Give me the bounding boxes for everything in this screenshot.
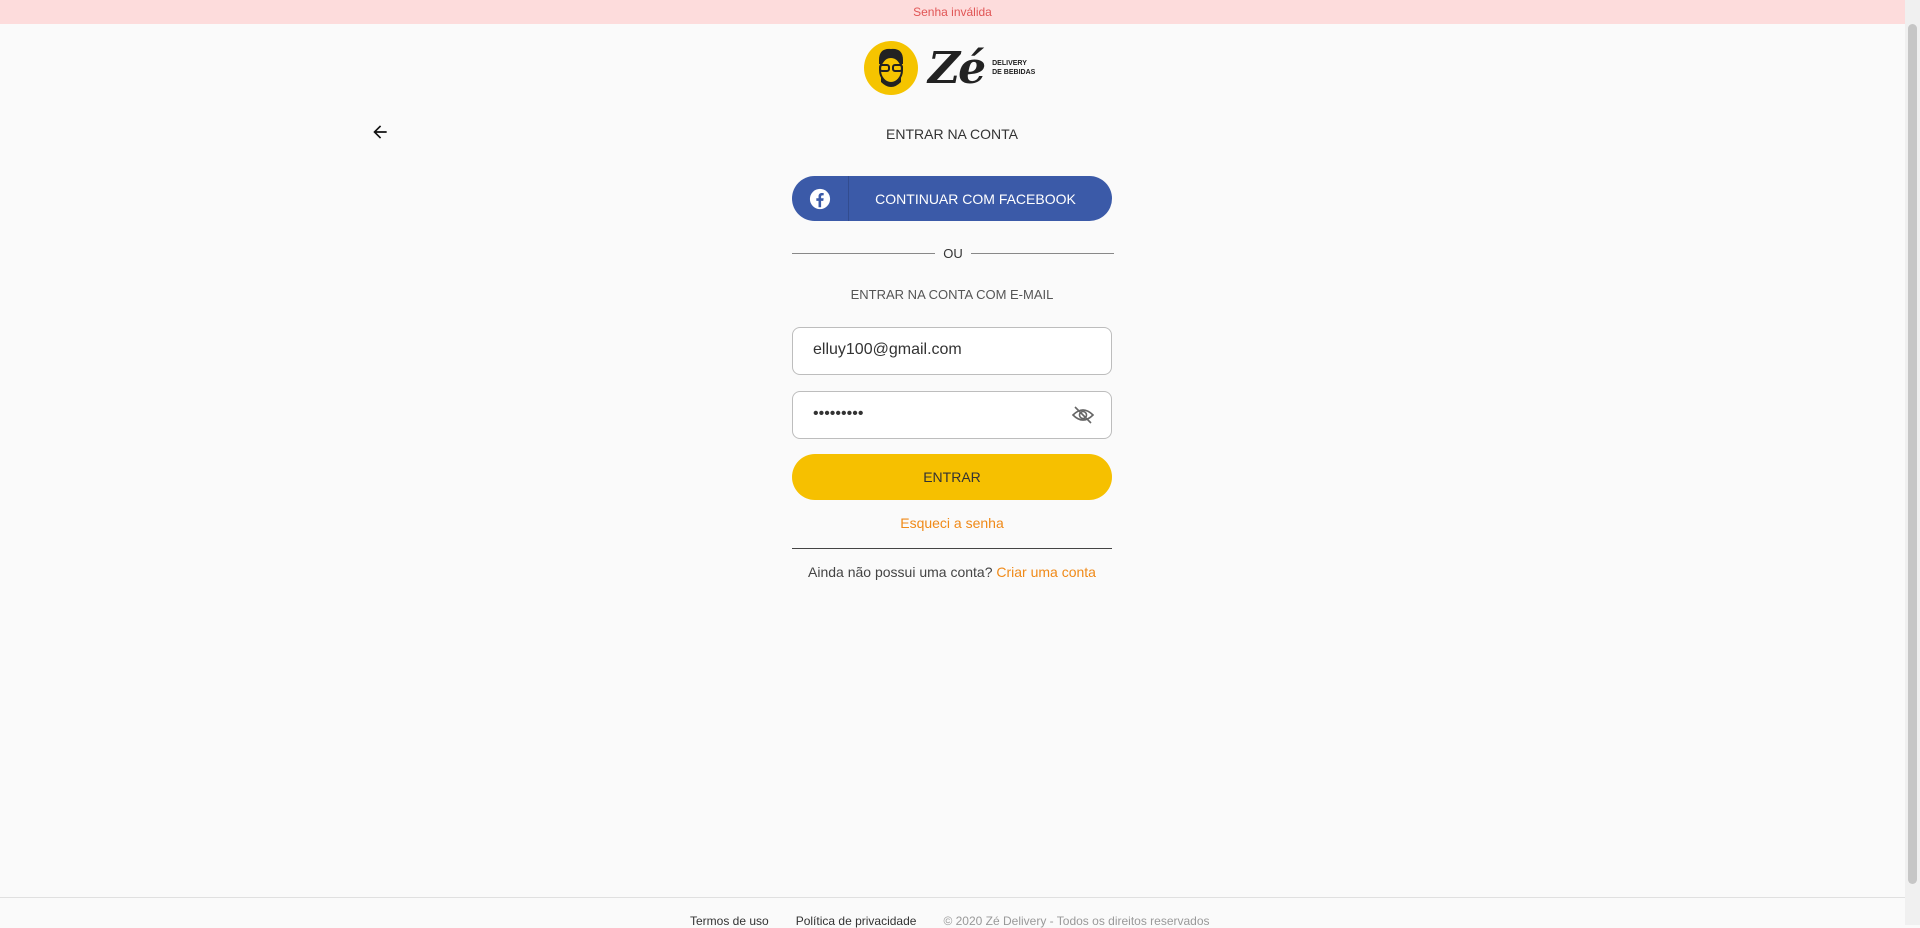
signup-row: Ainda não possui uma conta? Criar uma co… [792, 564, 1112, 580]
footer: Termos de uso Política de privacidade © … [0, 897, 1905, 928]
facebook-login-button[interactable]: CONTINUAR COM FACEBOOK [792, 176, 1112, 221]
copyright-text: © 2020 Zé Delivery - Todos os direitos r… [943, 914, 1210, 928]
facebook-icon [809, 188, 831, 209]
or-text: OU [943, 245, 963, 261]
logo-subtitle-line1: DELIVERY [992, 60, 1027, 67]
forgot-password-link[interactable]: Esqueci a senha [792, 515, 1112, 531]
email-field[interactable] [792, 327, 1112, 375]
scrollbar-thumb[interactable] [1908, 24, 1917, 884]
error-message: Senha inválida [913, 5, 992, 19]
password-field[interactable] [792, 391, 1112, 439]
scrollbar[interactable] [1905, 0, 1920, 925]
footer-links: Termos de uso Política de privacidade © … [690, 914, 1210, 928]
error-banner: Senha inválida [0, 0, 1905, 24]
email-input[interactable] [793, 328, 1053, 372]
logo-wordmark: Zé [928, 42, 986, 94]
privacy-link[interactable]: Política de privacidade [796, 914, 917, 928]
ze-delivery-logo: Zé DELIVERY DE BEBIDAS [864, 40, 1040, 96]
divider-line-left [792, 252, 936, 254]
enter-button-label: ENTRAR [923, 469, 981, 485]
facebook-login-label: CONTINUAR COM FACEBOOK [875, 190, 1076, 207]
facebook-icon-wrap [792, 176, 849, 221]
email-login-heading: ENTRAR NA CONTA COM E-MAIL [850, 287, 1054, 302]
signup-separator [792, 548, 1112, 549]
divider-line-right [970, 252, 1114, 254]
create-account-link[interactable]: Criar uma conta [996, 564, 1096, 580]
back-button[interactable] [368, 120, 392, 144]
signup-prompt: Ainda não possui uma conta? [808, 564, 993, 580]
ze-mascot-icon [864, 41, 918, 95]
terms-link[interactable]: Termos de uso [690, 914, 769, 928]
logo-subtitle: DELIVERY DE BEBIDAS [992, 59, 1035, 77]
enter-button[interactable]: ENTRAR [792, 454, 1112, 500]
logo-subtitle-line2: DE BEBIDAS [992, 69, 1036, 76]
password-input[interactable] [793, 392, 1053, 436]
arrow-left-icon[interactable] [370, 122, 390, 142]
page-title: ENTRAR NA CONTA [886, 126, 1018, 142]
or-divider: OU [792, 244, 1114, 262]
eye-off-icon[interactable] [1071, 404, 1095, 426]
